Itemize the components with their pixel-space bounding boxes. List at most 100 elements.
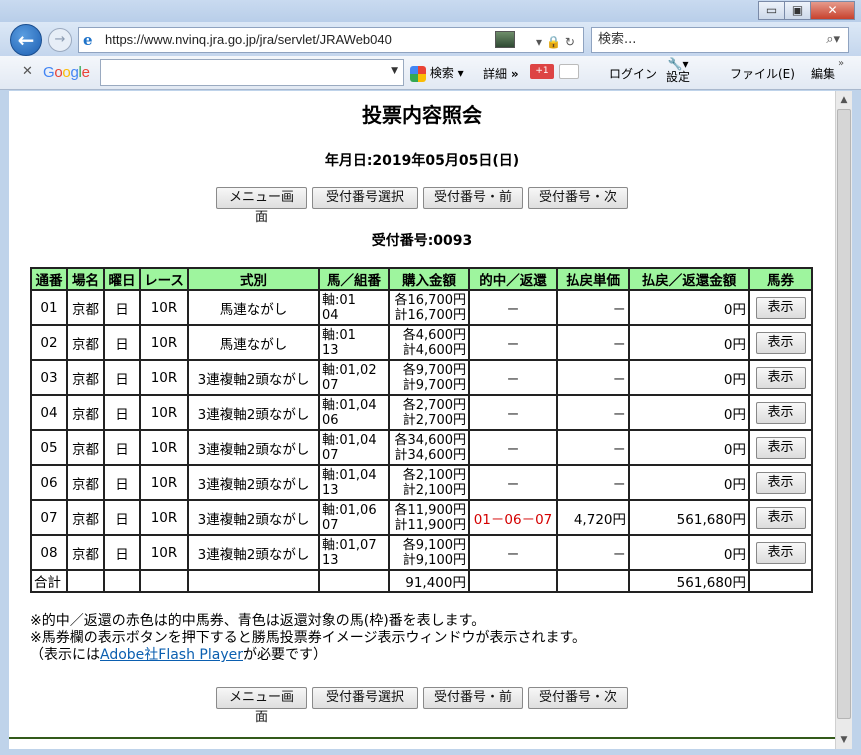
combination-axis: 軸:01,04 bbox=[322, 432, 377, 448]
page-content: 投票内容照会 年月日:2019年05月05日(日) メニュー画面 受付番号選択 … bbox=[9, 91, 835, 749]
col-header: 馬／組番 bbox=[318, 267, 390, 291]
edit-menu[interactable]: 編集 bbox=[811, 65, 835, 82]
combination-partner: 04 bbox=[322, 307, 339, 323]
overflow-chevron-icon[interactable]: » bbox=[838, 58, 844, 69]
bet-type-cell: 馬連ながし bbox=[187, 324, 320, 361]
hit-cell: － bbox=[468, 429, 558, 466]
col-header: 式別 bbox=[187, 267, 320, 291]
menu-button[interactable]: メニュー画面 bbox=[216, 187, 307, 225]
receipt-select-button[interactable]: 受付番号選択 bbox=[312, 687, 418, 709]
purchase-amount-cell: 各2,100円 計2,100円 bbox=[388, 464, 470, 501]
race-cell: 10R bbox=[139, 324, 189, 361]
back-arrow-icon[interactable]: ← bbox=[10, 24, 42, 56]
ticket-cell: 表示 bbox=[748, 359, 813, 396]
receipt-next-button[interactable]: 受付番号・次 bbox=[528, 187, 628, 209]
gplus-button[interactable]: +1 bbox=[530, 64, 554, 79]
combination-partner: 07 bbox=[322, 517, 339, 533]
hit-cell: － bbox=[468, 359, 558, 396]
venue-cell: 京都 bbox=[66, 394, 105, 431]
file-menu[interactable]: ファイル(E) bbox=[730, 65, 795, 82]
vertical-scrollbar[interactable]: ▲ ▼ bbox=[835, 91, 852, 749]
col-header: 通番 bbox=[30, 267, 68, 291]
chevron-down-icon[interactable]: ▼ bbox=[391, 66, 398, 76]
maximize-button[interactable]: ▣ bbox=[784, 1, 811, 20]
day-cell: 日 bbox=[103, 289, 141, 326]
hit-cell: － bbox=[468, 289, 558, 326]
amount-total: 計2,100円 bbox=[402, 482, 466, 498]
empty-cell bbox=[468, 569, 558, 593]
empty-cell bbox=[748, 569, 813, 593]
total-payout: 561,680円 bbox=[628, 569, 750, 593]
payout-cell: 0円 bbox=[628, 359, 750, 396]
flash-player-link[interactable]: Adobe社Flash Player bbox=[100, 647, 243, 663]
scroll-down-icon[interactable]: ▼ bbox=[836, 731, 852, 749]
ticket-cell: 表示 bbox=[748, 324, 813, 361]
row-number: 05 bbox=[30, 429, 68, 466]
note-text: （表示には bbox=[30, 647, 100, 663]
show-ticket-button[interactable]: 表示 bbox=[755, 331, 806, 354]
empty-cell bbox=[103, 569, 141, 593]
address-url: https://www.nvinq.jra.go.jp/jra/servlet/… bbox=[105, 32, 392, 47]
google-search-button[interactable]: 検索 ▾ bbox=[410, 64, 464, 82]
ticket-cell: 表示 bbox=[748, 464, 813, 501]
more-chevron-icon[interactable]: » bbox=[511, 67, 519, 81]
empty-cell bbox=[139, 569, 189, 593]
detail-button[interactable]: 詳細 » bbox=[483, 65, 519, 82]
receipt-select-button[interactable]: 受付番号選択 bbox=[312, 187, 418, 209]
col-header: 曜日 bbox=[103, 267, 141, 291]
forward-arrow-icon[interactable]: → bbox=[48, 28, 72, 52]
note-text: が必要です） bbox=[243, 647, 327, 663]
combination-partner: 13 bbox=[322, 342, 339, 358]
purchase-amount-cell: 各9,100円 計9,100円 bbox=[388, 534, 470, 571]
receipt-prev-button[interactable]: 受付番号・前 bbox=[423, 187, 523, 209]
minimize-button[interactable]: ▭ bbox=[758, 1, 785, 20]
receipt-next-button[interactable]: 受付番号・次 bbox=[528, 687, 628, 709]
show-ticket-button[interactable]: 表示 bbox=[755, 436, 806, 459]
amount-each: 各2,700円 bbox=[402, 397, 466, 413]
google-search-label: 検索 bbox=[429, 66, 454, 80]
show-ticket-button[interactable]: 表示 bbox=[755, 506, 806, 529]
show-ticket-button[interactable]: 表示 bbox=[755, 401, 806, 424]
close-toolbar-icon[interactable]: ✕ bbox=[22, 64, 33, 79]
table-row: 08 京都日 10R 3連複軸2頭ながし 軸:01,07 13 各9,100円 計9,100円… bbox=[30, 534, 813, 571]
close-button[interactable]: ✕ bbox=[810, 1, 855, 20]
address-tools[interactable]: ▾🔒↻ bbox=[536, 30, 579, 54]
page-thumbnail-icon bbox=[495, 31, 515, 48]
ie-page-icon: e bbox=[83, 31, 93, 49]
show-ticket-button[interactable]: 表示 bbox=[755, 366, 806, 389]
payout-cell: 0円 bbox=[628, 464, 750, 501]
receipt-prev-button[interactable]: 受付番号・前 bbox=[423, 687, 523, 709]
note-line: ※馬券欄の表示ボタンを押下すると勝馬投票券イメージ表示ウィンドウが表示されます。 bbox=[30, 630, 587, 646]
google-search-input[interactable]: ▼ bbox=[100, 59, 404, 86]
hit-cell: － bbox=[468, 394, 558, 431]
payout-cell: 0円 bbox=[628, 534, 750, 571]
row-number: 04 bbox=[30, 394, 68, 431]
payout-cell: 0円 bbox=[628, 429, 750, 466]
show-ticket-button[interactable]: 表示 bbox=[755, 296, 806, 319]
browser-search-input[interactable]: 検索... ⌕▾ bbox=[591, 27, 849, 53]
bet-type-cell: 馬連ながし bbox=[187, 289, 320, 326]
nav-button-row-top: メニュー画面 受付番号選択 受付番号・前 受付番号・次 bbox=[216, 187, 628, 225]
menu-button[interactable]: メニュー画面 bbox=[216, 687, 307, 725]
window-titlebar: ▭ ▣ ✕ bbox=[0, 0, 861, 24]
login-button[interactable]: ログイン bbox=[609, 65, 657, 82]
unit-payout-cell: － bbox=[556, 324, 630, 361]
address-bar[interactable]: e https://www.nvinq.jra.go.jp/jra/servle… bbox=[78, 27, 584, 53]
scroll-up-icon[interactable]: ▲ bbox=[836, 91, 852, 109]
combination-cell: 軸:01,07 13 bbox=[318, 534, 390, 571]
combination-partner: 13 bbox=[322, 482, 339, 498]
row-number: 06 bbox=[30, 464, 68, 501]
combination-cell: 軸:01 13 bbox=[318, 324, 390, 361]
day-cell: 日 bbox=[103, 324, 141, 361]
show-ticket-button[interactable]: 表示 bbox=[755, 541, 806, 564]
venue-cell: 京都 bbox=[66, 359, 105, 396]
amount-each: 各16,700円 bbox=[394, 292, 467, 308]
combination-axis: 軸:01,04 bbox=[322, 397, 377, 413]
search-icon[interactable]: ⌕▾ bbox=[826, 28, 840, 52]
scrollbar-thumb[interactable] bbox=[837, 109, 851, 719]
combination-cell: 軸:01,02 07 bbox=[318, 359, 390, 396]
settings-button[interactable]: 🔧▾ 設定 bbox=[666, 58, 690, 84]
combination-partner: 07 bbox=[322, 447, 339, 463]
show-ticket-button[interactable]: 表示 bbox=[755, 471, 806, 494]
combination-axis: 軸:01 bbox=[322, 327, 356, 343]
